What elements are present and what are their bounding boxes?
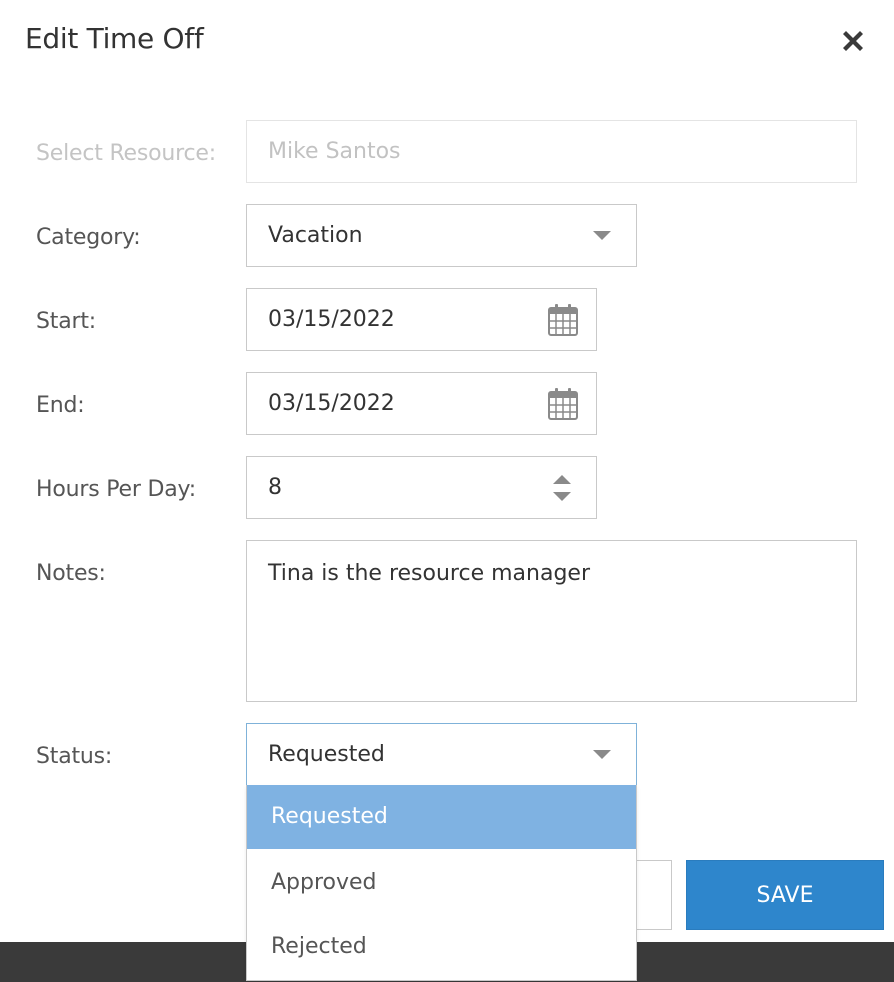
notes-value: Tina is the resource manager — [268, 561, 590, 586]
status-label: Status: — [36, 744, 113, 769]
start-date-field[interactable]: 03/15/2022 — [246, 288, 597, 351]
end-date-value: 03/15/2022 — [268, 391, 395, 416]
category-label: Category: — [36, 225, 141, 250]
start-label: Start: — [36, 309, 96, 334]
status-option-rejected[interactable]: Rejected — [247, 915, 636, 979]
spinner-arrows-icon[interactable] — [552, 471, 572, 505]
hours-per-day-stepper[interactable]: 8 — [246, 456, 597, 519]
resource-label: Select Resource: — [36, 141, 216, 166]
calendar-icon[interactable] — [547, 387, 579, 421]
chevron-down-icon — [593, 231, 611, 240]
resource-field: Mike Santos — [246, 120, 857, 183]
status-value: Requested — [268, 742, 385, 767]
end-date-field[interactable]: 03/15/2022 — [246, 372, 597, 435]
status-option-requested[interactable]: Requested — [247, 785, 636, 849]
hours-per-day-label: Hours Per Day: — [36, 477, 196, 502]
status-option-approved[interactable]: Approved — [247, 851, 636, 915]
notes-textarea[interactable]: Tina is the resource manager — [246, 540, 857, 702]
close-button[interactable] — [838, 26, 868, 56]
hours-per-day-value: 8 — [268, 475, 282, 500]
status-dropdown-list: Requested Approved Rejected — [246, 785, 637, 981]
category-value: Vacation — [268, 223, 363, 248]
save-button[interactable]: SAVE — [686, 860, 884, 930]
start-date-value: 03/15/2022 — [268, 307, 395, 332]
dialog-title: Edit Time Off — [25, 22, 204, 55]
calendar-icon[interactable] — [547, 303, 579, 337]
end-label: End: — [36, 393, 85, 418]
status-select[interactable]: Requested — [246, 723, 637, 786]
category-select[interactable]: Vacation — [246, 204, 637, 267]
close-icon — [843, 31, 863, 51]
notes-label: Notes: — [36, 561, 106, 586]
chevron-down-icon — [593, 750, 611, 759]
resource-value: Mike Santos — [268, 139, 401, 164]
